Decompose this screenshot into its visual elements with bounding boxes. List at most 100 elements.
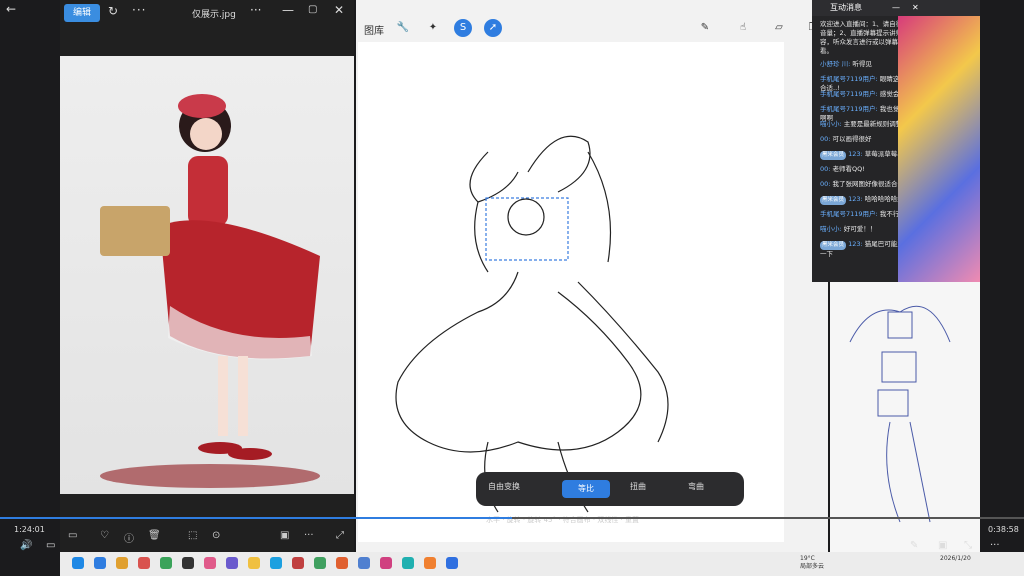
chat-user-name: 手机尾号7119用户: — [820, 105, 878, 113]
free-transform-button[interactable]: 自由变换 — [488, 481, 520, 492]
app-icon[interactable] — [182, 557, 194, 569]
chat-text: 好可爱！！ — [843, 225, 877, 233]
rotate-icon[interactable]: ↻ — [108, 4, 118, 18]
app-toolbar: 图库 🔧 ✦ S ➚ ✎ ☝ ▱ ❐ — [356, 14, 828, 42]
photos-bottom-bar: ▭ ♡ ⓘ 🗑 ⬚ ⊙ ▣ ··· ⤢ — [60, 522, 354, 552]
transform-arrow-icon[interactable]: ➚ — [484, 19, 502, 37]
app-icon[interactable] — [402, 557, 414, 569]
timeline-progress — [0, 517, 512, 519]
drawing-app: 图库 🔧 ✦ S ➚ ✎ ☝ ▱ ❐ 编曲：DANZI 自由变换 等比 扭曲 弯… — [356, 0, 828, 552]
distort-button[interactable]: 扭曲 — [630, 481, 646, 492]
start-icon[interactable] — [72, 557, 84, 569]
uniform-button[interactable]: 等比 — [562, 480, 610, 498]
time-total: 0:38:58 — [988, 525, 1019, 534]
reference-photo — [60, 56, 354, 494]
close-icon[interactable]: ✕ — [912, 0, 919, 16]
date-text: 2026/1/20 — [940, 555, 971, 562]
chat-text: 我了张网图好像很适合 — [832, 180, 898, 188]
chat-text: 老师看QQ! — [832, 165, 865, 173]
edit-button[interactable]: 编辑 — [64, 4, 100, 22]
app-icon[interactable] — [380, 557, 392, 569]
stream-art — [898, 16, 980, 282]
chat-user-name: 00: — [820, 180, 831, 188]
member-badge: 黑米会员 — [820, 196, 847, 205]
app-icon[interactable] — [314, 557, 326, 569]
chat-user-name: 小舒珍 川: — [820, 60, 851, 68]
app-icon[interactable] — [446, 557, 458, 569]
maximize-icon[interactable]: ▢ — [308, 4, 317, 15]
more-icon[interactable]: ··· — [132, 3, 146, 17]
app-icon[interactable] — [160, 557, 172, 569]
photos-window: 编辑 ↻ ··· 仅展示.jpg ··· — ▢ ✕ ▭ ♡ ⓘ 🗑 ⬚ ⊙ ▣… — [60, 0, 354, 552]
chat-text: 听得见 — [852, 60, 872, 68]
chat-user-name: 手机尾号7119用户: — [820, 90, 878, 98]
gallery-button[interactable]: 图库 — [364, 22, 384, 37]
chat-user-name: 手机尾号7119用户: — [820, 210, 878, 218]
app-icon[interactable] — [248, 557, 260, 569]
slideshow-icon[interactable]: ▣ — [280, 530, 289, 541]
drawing-canvas[interactable] — [358, 42, 784, 542]
filmstrip-icon[interactable]: ▭ — [68, 530, 77, 541]
photo-title: 仅展示.jpg — [192, 10, 236, 20]
volume-icon[interactable]: 🔊 — [20, 540, 32, 551]
delete-icon[interactable]: 🗑 — [148, 530, 161, 541]
app-icon[interactable] — [204, 557, 216, 569]
selection-icon[interactable]: S — [454, 19, 472, 37]
favorite-icon[interactable]: ♡ — [100, 530, 109, 541]
edge-icon[interactable] — [94, 557, 106, 569]
reference-sketch — [830, 282, 980, 552]
brush-icon[interactable]: ✎ — [696, 19, 714, 37]
chat-user-name: 手机尾号7119用户: — [820, 75, 878, 83]
close-icon[interactable]: ✕ — [334, 3, 344, 17]
crop-icon[interactable]: ⬚ — [188, 530, 197, 541]
chat-title: 互动消息 — [830, 3, 862, 12]
member-badge: 黑米会员 — [820, 241, 847, 250]
chat-user-name: 123: — [848, 150, 863, 158]
app-icon[interactable] — [292, 557, 304, 569]
chat-user-name: 喵小小: — [820, 225, 842, 233]
expand-icon[interactable]: ⤢ — [336, 530, 344, 541]
app-icon[interactable] — [270, 557, 282, 569]
sketch-lines — [395, 135, 669, 513]
wrench-icon[interactable]: 🔧 — [394, 19, 412, 37]
chat-user-name: 00: — [820, 165, 831, 173]
minimize-icon[interactable]: — — [282, 3, 294, 17]
more-icon[interactable]: ··· — [304, 530, 314, 541]
magic-wand-icon[interactable]: ✦ — [424, 19, 442, 37]
weather-desc: 局部多云 — [800, 563, 825, 570]
transform-panel: 自由变换 等比 扭曲 弯曲 — [476, 472, 744, 506]
app-icon[interactable] — [424, 557, 436, 569]
chat-header: 互动消息 — ✕ — [812, 0, 980, 16]
chat-user-name: 00: — [820, 135, 831, 143]
smudge-icon[interactable]: ☝ — [734, 19, 752, 37]
warp-button[interactable]: 弯曲 — [688, 481, 704, 492]
info-icon[interactable]: ⓘ — [124, 530, 134, 545]
fullscreen-icon[interactable]: ⤡ — [964, 540, 972, 551]
zoom-icon[interactable]: ⊙ — [212, 530, 220, 541]
weather-widget[interactable]: 19°C 局部多云 — [800, 555, 824, 571]
photo-illustration — [100, 94, 320, 488]
chat-text: 可以画得很好 — [832, 135, 872, 143]
back-arrow-icon[interactable]: ← — [6, 2, 16, 16]
sketch-figure — [849, 305, 951, 523]
pip-icon[interactable]: ▣ — [938, 540, 947, 551]
edit-icon[interactable]: ✎ — [910, 540, 918, 551]
app-icon[interactable] — [358, 557, 370, 569]
time-current: 1:24:01 — [14, 525, 45, 534]
minimize-icon[interactable]: — — [892, 0, 900, 16]
chat-user-name: 123: — [848, 240, 863, 248]
app-icon[interactable] — [138, 557, 150, 569]
subtitle-icon[interactable]: ▭ — [46, 540, 55, 551]
more-options-icon[interactable]: ··· — [250, 3, 261, 17]
clock[interactable]: 2026/1/20 — [940, 555, 971, 563]
app-icon[interactable] — [336, 557, 348, 569]
taskbar: 19°C 局部多云 2026/1/20 — [60, 552, 1024, 576]
chat-user-name: 喵小小: — [820, 120, 842, 128]
app-icon[interactable] — [226, 557, 238, 569]
files-icon[interactable] — [116, 557, 128, 569]
eraser-icon[interactable]: ▱ — [770, 19, 788, 37]
photos-toolbar: 编辑 ↻ ··· 仅展示.jpg ··· — ▢ ✕ — [60, 0, 354, 28]
member-badge: 黑米会员 — [820, 151, 847, 160]
chat-user-name: 123: — [848, 195, 863, 203]
more-icon[interactable]: ··· — [990, 540, 1000, 551]
